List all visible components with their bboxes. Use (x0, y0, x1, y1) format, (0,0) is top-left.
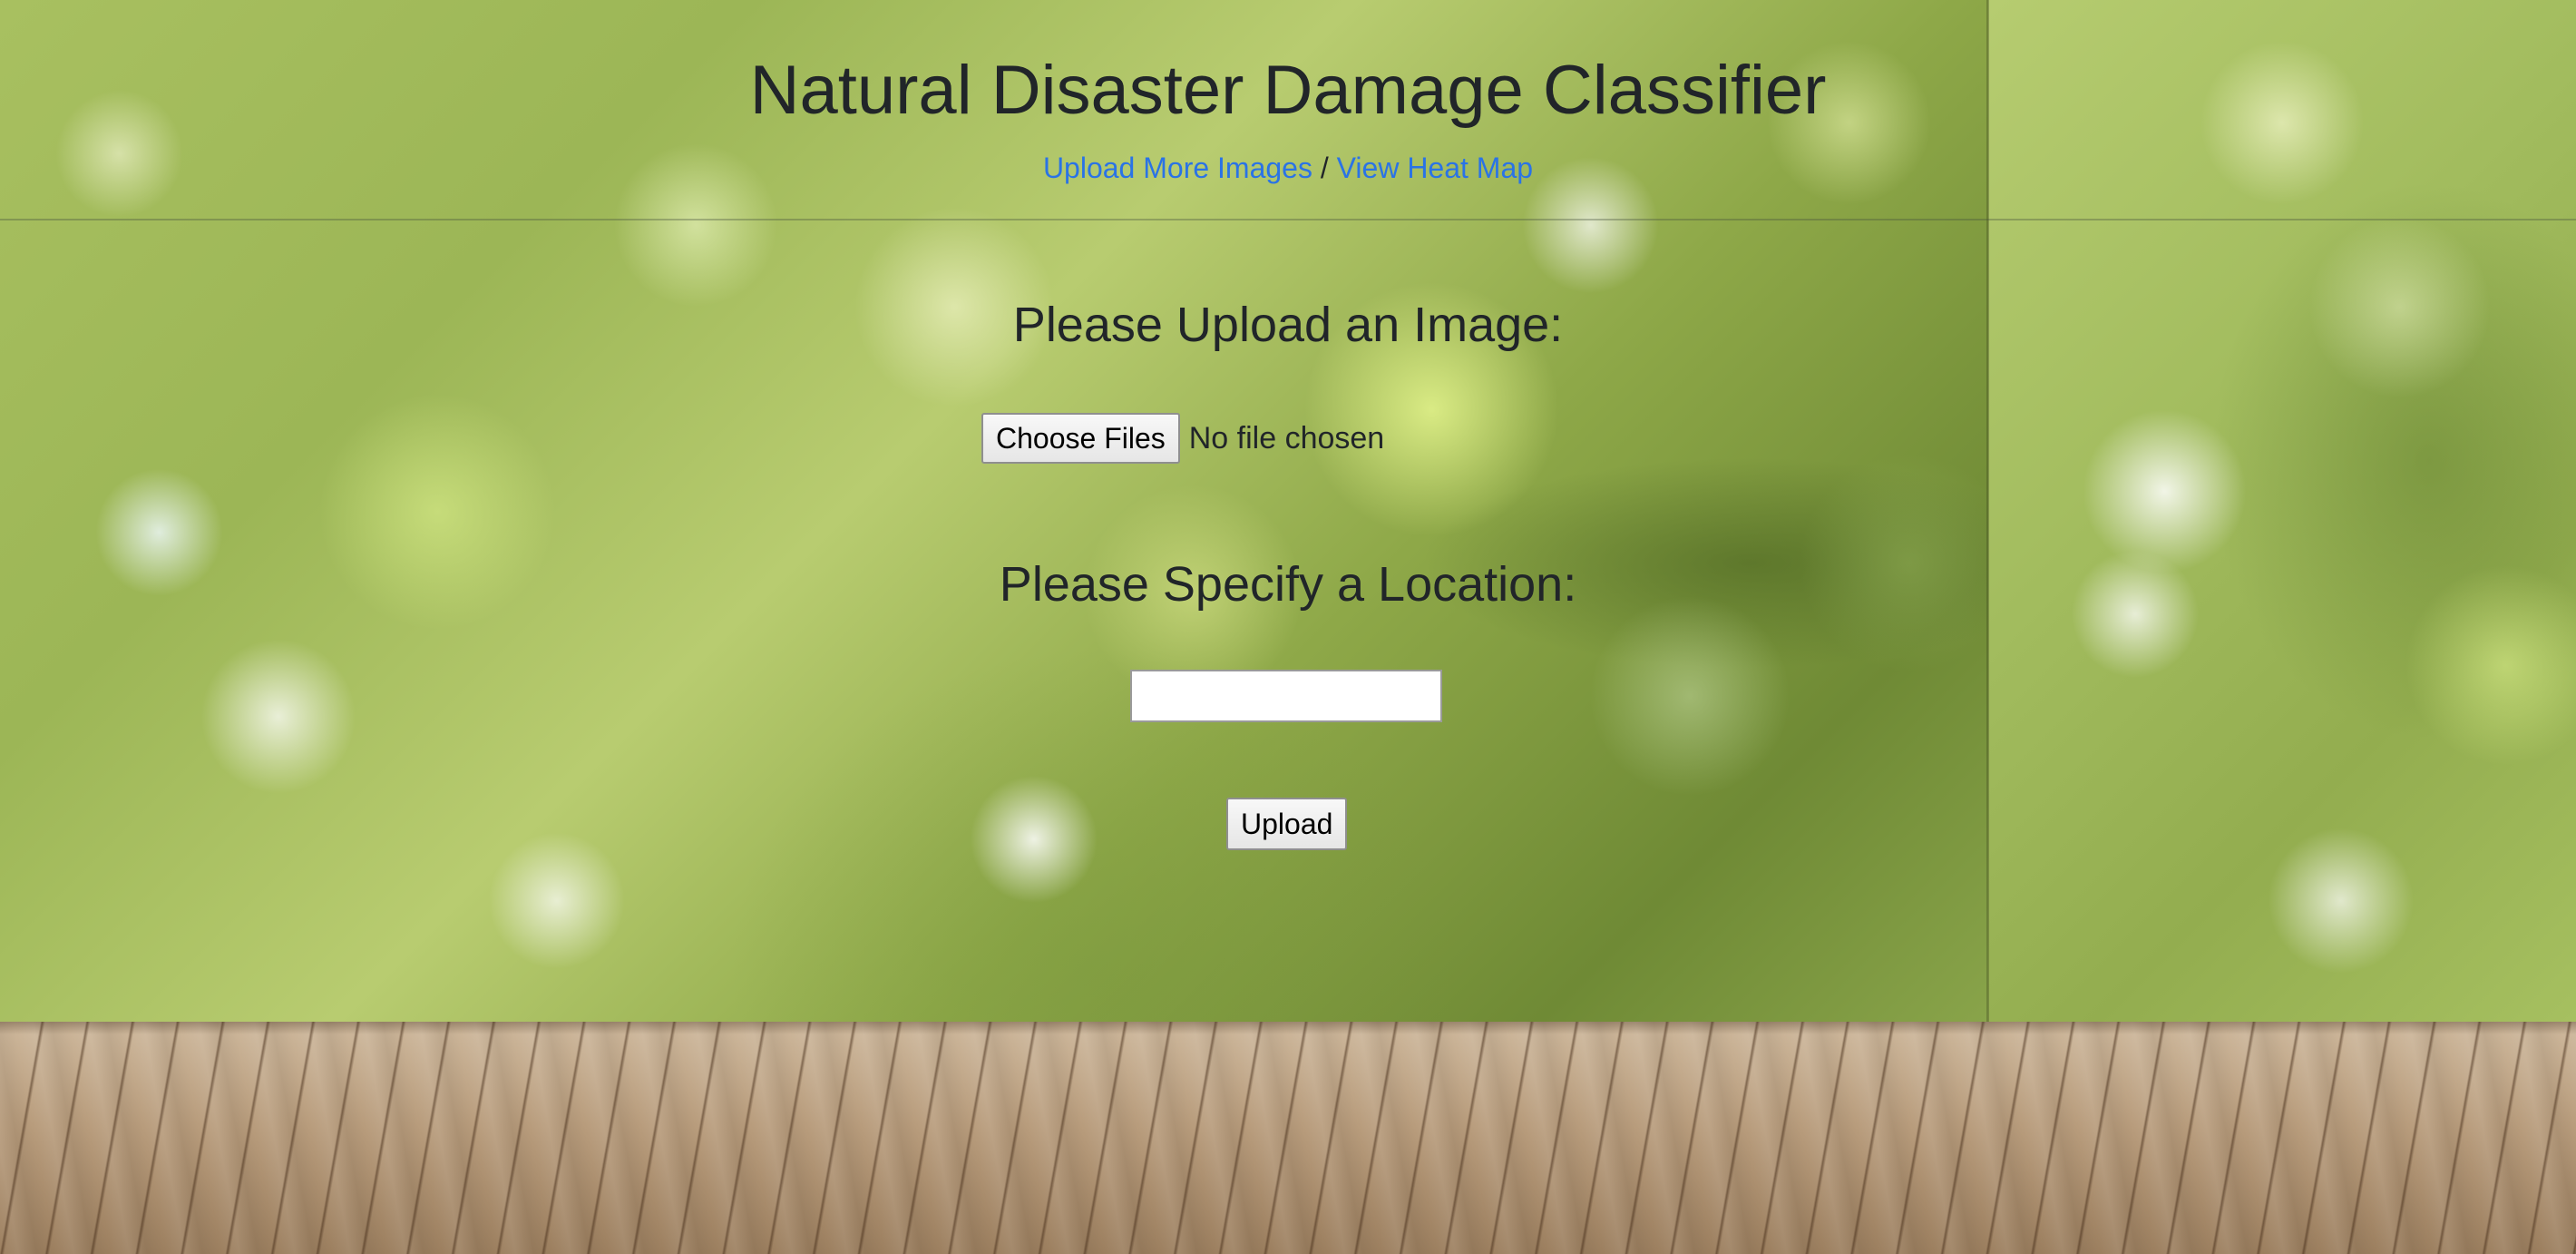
page-background: Natural Disaster Damage Classifier Uploa… (0, 0, 2576, 1254)
view-heat-map-link[interactable]: View Heat Map (1337, 152, 1533, 184)
file-status-text: No file chosen (1188, 420, 1385, 456)
page-header: Natural Disaster Damage Classifier Uploa… (0, 0, 2576, 220)
upload-button[interactable]: Upload (1226, 798, 1348, 850)
page-title: Natural Disaster Damage Classifier (749, 52, 1827, 129)
file-input-row: Choose Files No file chosen (981, 413, 1384, 464)
floor-edge-shadow (0, 1022, 2576, 1034)
choose-files-button[interactable]: Choose Files (981, 413, 1180, 464)
wood-floor-background (0, 1022, 2576, 1254)
header-nav: Upload More Images / View Heat Map (0, 147, 2576, 189)
upload-more-images-link[interactable]: Upload More Images (1043, 152, 1312, 184)
header-divider (0, 219, 2576, 220)
upload-image-heading: Please Upload an Image: (1012, 298, 1564, 352)
nav-separator: / (1320, 152, 1329, 184)
location-heading: Please Specify a Location: (999, 557, 1577, 612)
location-input[interactable] (1130, 670, 1442, 722)
